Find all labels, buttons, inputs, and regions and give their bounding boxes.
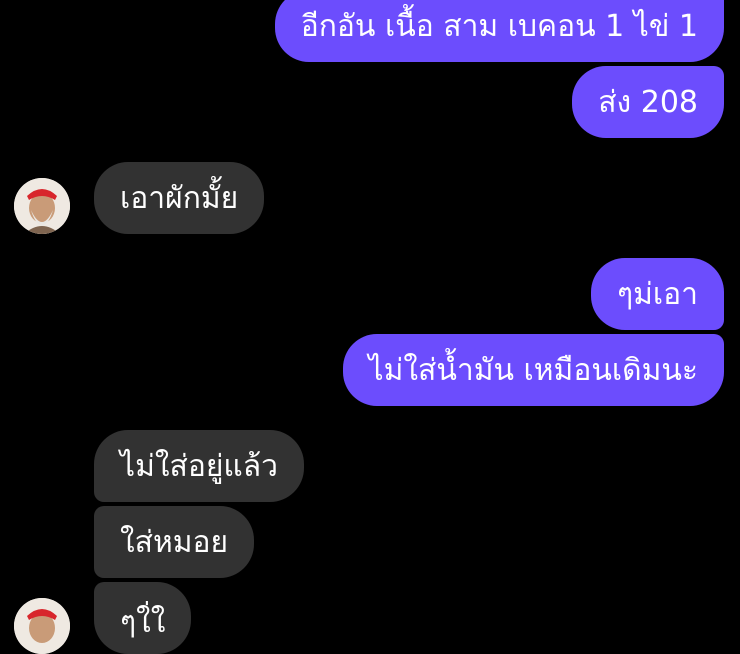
contact-avatar[interactable] [14, 598, 70, 654]
incoming-message-bubble[interactable]: ไม่ใส่อยู่แล้ว [94, 430, 304, 502]
message-text: เอาผักมั้ย [120, 180, 239, 216]
message-text: ส่ง 208 [598, 84, 698, 120]
avatar-icon [14, 598, 70, 654]
message-text: ๆม่เอา [616, 276, 698, 312]
incoming-message-bubble[interactable]: เอาผักมั้ย [94, 162, 265, 234]
message-text: ไม่ใส่อยู่แล้ว [120, 448, 278, 484]
incoming-message-bubble[interactable]: ๆใ่ใ [94, 582, 192, 654]
outgoing-message-bubble[interactable]: ไม่ใส่น้ำมัน เหมือนเดิมนะ [342, 334, 724, 406]
avatar-icon [14, 178, 70, 234]
message-text: ใส่หมอย [120, 524, 229, 560]
incoming-message-bubble[interactable]: ใส่หมอย [94, 506, 255, 578]
outgoing-message-bubble[interactable]: ๆม่เอา [590, 258, 724, 330]
message-text: ไม่ใส่น้ำมัน เหมือนเดิมนะ [368, 352, 698, 388]
message-text: อีกอัน เนื้อ สาม เบคอน 1 ไข่ 1 [300, 8, 698, 44]
outgoing-message-bubble[interactable]: ส่ง 208 [572, 66, 724, 138]
contact-avatar[interactable] [14, 178, 70, 234]
outgoing-message-bubble[interactable]: อีกอัน เนื้อ สาม เบคอน 1 ไข่ 1 [274, 0, 724, 62]
message-text: ๆใ่ใ [120, 604, 166, 640]
